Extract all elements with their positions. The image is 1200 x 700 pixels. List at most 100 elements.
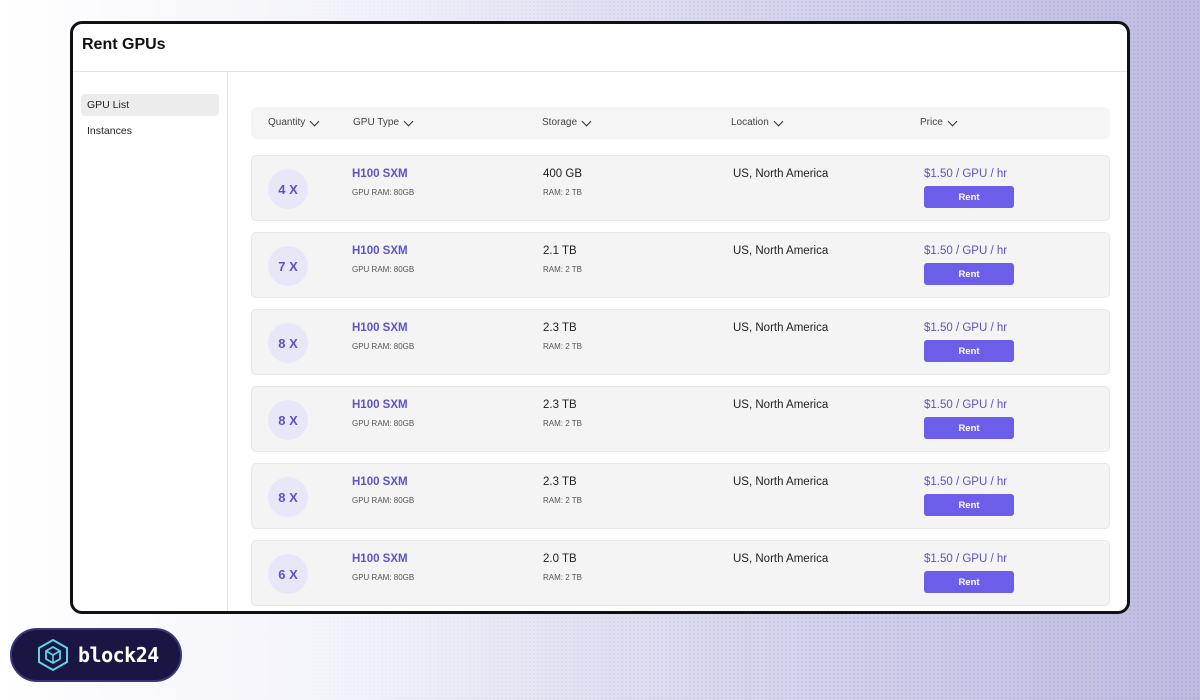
gpu-ram: GPU RAM: 80GB	[352, 342, 415, 351]
table-row: 7 X H100 SXM GPU RAM: 80GB 2.1 TB RAM: 2 TB U…	[251, 232, 1110, 298]
ram-value: RAM: 2 TB	[543, 342, 582, 351]
price-value: $1.50 / GPU / hr	[924, 245, 1008, 257]
price-cell: $1.50 / GPU / hr Rent	[924, 168, 1014, 208]
location-cell: US, North America	[733, 399, 828, 411]
column-header-gpu-type[interactable]: GPU Type	[353, 107, 414, 139]
chevron-down-icon	[773, 116, 784, 126]
ram-value: RAM: 2 TB	[543, 188, 582, 197]
gpu-type-cell: H100 SXM GPU RAM: 80GB	[352, 168, 414, 197]
gpu-name: H100 SXM	[352, 245, 408, 257]
storage-cell: 400 GB RAM: 2 TB	[543, 168, 582, 197]
chevron-down-icon	[309, 116, 320, 126]
cube-logo-icon	[38, 638, 68, 672]
gpu-type-cell: H100 SXM GPU RAM: 80GB	[352, 399, 414, 428]
ram-value: RAM: 2 TB	[543, 265, 582, 274]
location-value: US, North America	[733, 399, 829, 411]
sidebar: GPU List Instances	[73, 72, 228, 611]
location-value: US, North America	[733, 168, 829, 180]
location-value: US, North America	[733, 553, 829, 565]
sidebar-item-instances[interactable]: Instances	[81, 120, 219, 142]
gpu-name: H100 SXM	[352, 399, 408, 411]
quantity-badge: 8 X	[268, 323, 308, 363]
gpu-type-cell: H100 SXM GPU RAM: 80GB	[352, 322, 414, 351]
table-row: 6 X H100 SXM GPU RAM: 80GB 2.0 TB RAM: 2 TB U…	[251, 540, 1110, 606]
gpu-ram: GPU RAM: 80GB	[352, 573, 415, 582]
quantity-badge: 6 X	[268, 554, 308, 594]
table-row: 8 X H100 SXM GPU RAM: 80GB 2.3 TB RAM: 2 TB U…	[251, 463, 1110, 529]
gpu-ram: GPU RAM: 80GB	[352, 188, 415, 197]
chevron-down-icon	[947, 116, 958, 126]
gpu-ram: GPU RAM: 80GB	[352, 419, 415, 428]
gpu-name: H100 SXM	[352, 322, 408, 334]
brand-name: block24	[78, 643, 159, 667]
rent-button[interactable]: Rent	[924, 340, 1014, 362]
table-header: Quantity GPU Type Storage Location Price	[251, 107, 1110, 139]
column-header-quantity[interactable]: Quantity	[268, 107, 320, 139]
chevron-down-icon	[581, 116, 592, 126]
column-label-location: Location	[731, 117, 769, 128]
gpu-name: H100 SXM	[352, 476, 408, 488]
storage-value: 2.3 TB	[543, 476, 577, 488]
app-window: Rent GPUs GPU List Instances Quantity GP…	[70, 21, 1130, 614]
column-label-quantity: Quantity	[268, 117, 306, 128]
storage-value: 2.3 TB	[543, 399, 577, 411]
brand-badge: block24	[10, 628, 182, 682]
app-body: GPU List Instances Quantity GPU Type Sto…	[73, 72, 1127, 611]
gpu-type-cell: H100 SXM GPU RAM: 80GB	[352, 245, 414, 274]
price-cell: $1.50 / GPU / hr Rent	[924, 322, 1014, 362]
location-value: US, North America	[733, 322, 829, 334]
gpu-list-panel: Quantity GPU Type Storage Location Price…	[228, 72, 1127, 611]
rent-button[interactable]: Rent	[924, 494, 1014, 516]
page-title: Rent GPUs	[82, 36, 166, 53]
app-header: Rent GPUs	[73, 24, 1127, 72]
storage-cell: 2.1 TB RAM: 2 TB	[543, 245, 582, 274]
price-value: $1.50 / GPU / hr	[924, 399, 1008, 411]
quantity-badge: 4 X	[268, 169, 308, 209]
price-cell: $1.50 / GPU / hr Rent	[924, 399, 1014, 439]
column-label-gpu-type: GPU Type	[353, 117, 399, 128]
column-header-price[interactable]: Price	[920, 107, 958, 139]
chevron-down-icon	[403, 116, 414, 126]
gpu-table-body: 4 X H100 SXM GPU RAM: 80GB 400 GB RAM: 2 TB U…	[251, 155, 1110, 606]
column-header-location[interactable]: Location	[731, 107, 784, 139]
price-value: $1.50 / GPU / hr	[924, 476, 1008, 488]
price-cell: $1.50 / GPU / hr Rent	[924, 553, 1014, 593]
storage-cell: 2.3 TB RAM: 2 TB	[543, 399, 582, 428]
ram-value: RAM: 2 TB	[543, 496, 582, 505]
table-row: 8 X H100 SXM GPU RAM: 80GB 2.3 TB RAM: 2 TB U…	[251, 386, 1110, 452]
ram-value: RAM: 2 TB	[543, 573, 582, 582]
sidebar-item-gpu-list[interactable]: GPU List	[81, 94, 219, 116]
location-value: US, North America	[733, 245, 829, 257]
price-value: $1.50 / GPU / hr	[924, 553, 1008, 565]
location-cell: US, North America	[733, 245, 828, 257]
storage-value: 400 GB	[543, 168, 582, 180]
gpu-ram: GPU RAM: 80GB	[352, 496, 415, 505]
location-value: US, North America	[733, 476, 829, 488]
storage-value: 2.0 TB	[543, 553, 577, 565]
storage-cell: 2.0 TB RAM: 2 TB	[543, 553, 582, 582]
column-header-storage[interactable]: Storage	[542, 107, 592, 139]
gpu-name: H100 SXM	[352, 553, 408, 565]
gpu-ram: GPU RAM: 80GB	[352, 265, 415, 274]
storage-cell: 2.3 TB RAM: 2 TB	[543, 322, 582, 351]
storage-value: 2.3 TB	[543, 322, 577, 334]
rent-button[interactable]: Rent	[924, 263, 1014, 285]
location-cell: US, North America	[733, 553, 828, 565]
table-row: 8 X H100 SXM GPU RAM: 80GB 2.3 TB RAM: 2 TB U…	[251, 309, 1110, 375]
table-row: 4 X H100 SXM GPU RAM: 80GB 400 GB RAM: 2 TB U…	[251, 155, 1110, 221]
price-value: $1.50 / GPU / hr	[924, 168, 1008, 180]
location-cell: US, North America	[733, 322, 828, 334]
storage-value: 2.1 TB	[543, 245, 577, 257]
ram-value: RAM: 2 TB	[543, 419, 582, 428]
location-cell: US, North America	[733, 168, 828, 180]
rent-button[interactable]: Rent	[924, 417, 1014, 439]
location-cell: US, North America	[733, 476, 828, 488]
rent-button[interactable]: Rent	[924, 571, 1014, 593]
price-cell: $1.50 / GPU / hr Rent	[924, 245, 1014, 285]
quantity-badge: 8 X	[268, 477, 308, 517]
rent-button[interactable]: Rent	[924, 186, 1014, 208]
price-value: $1.50 / GPU / hr	[924, 322, 1008, 334]
quantity-badge: 7 X	[268, 246, 308, 286]
storage-cell: 2.3 TB RAM: 2 TB	[543, 476, 582, 505]
gpu-type-cell: H100 SXM GPU RAM: 80GB	[352, 553, 414, 582]
